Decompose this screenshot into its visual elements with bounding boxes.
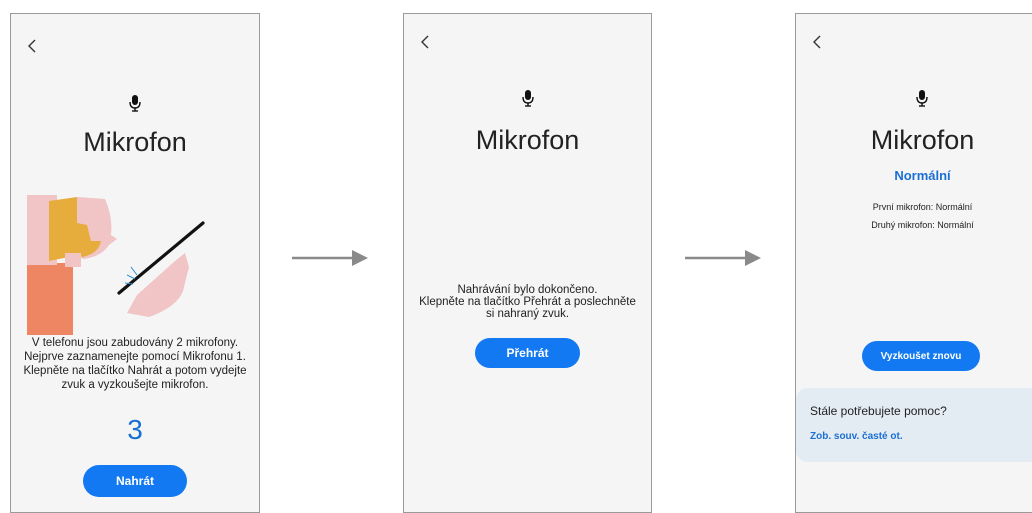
back-chevron-icon[interactable] (418, 32, 432, 52)
screen-microphone-record: Mikrofon V telefonu jsou zabudovány 2 mi… (10, 13, 260, 513)
play-button[interactable]: Přehrát (475, 338, 580, 368)
instructions-line-3: Klepněte na tlačítko Nahrát a potom vyde… (23, 365, 247, 377)
help-card: Stále potřebujete pomoc? Zob. souv. čast… (796, 388, 1032, 462)
countdown-number: 3 (127, 414, 143, 445)
back-chevron-icon[interactable] (25, 36, 39, 56)
record-button[interactable]: Nahrát (83, 465, 187, 497)
status-badge: Normální (894, 168, 951, 183)
page-title: Mikrofon (475, 125, 580, 155)
microphone-icon (796, 89, 1032, 112)
microphone-icon (404, 89, 651, 112)
instructions-line-2: Nejprve zaznamenejte pomocí Mikrofonu 1. (24, 351, 246, 363)
back-chevron-icon[interactable] (810, 32, 824, 52)
retry-button[interactable]: Vyzkoušet znovu (862, 341, 980, 371)
illustration-person-with-phone (27, 195, 227, 335)
screen-microphone-playback: Mikrofon Nahrávání bylo dokončeno. Klepn… (403, 13, 652, 513)
microphone-icon (11, 94, 259, 117)
help-question: Stále potřebujete pomoc? (810, 404, 947, 418)
mic2-result: Druhý mikrofon: Normální (871, 220, 974, 230)
arrow-right-icon (292, 250, 368, 266)
instructions-line-1: V telefonu jsou zabudovány 2 mikrofony. (31, 337, 239, 349)
faq-link[interactable]: Zob. souv. časté ot. (810, 431, 903, 442)
page-title: Mikrofon (83, 127, 187, 157)
arrow-right-icon (685, 250, 761, 266)
page-title: Mikrofon (870, 125, 975, 155)
mic1-result: První mikrofon: Normální (872, 202, 973, 212)
message-line-3: si nahraný zvuk. (485, 308, 570, 320)
instructions-line-4: zvuk a vyzkoušejte mikrofon. (61, 379, 209, 391)
screen-microphone-result: Mikrofon Normální První mikrofon: Normál… (795, 13, 1032, 513)
